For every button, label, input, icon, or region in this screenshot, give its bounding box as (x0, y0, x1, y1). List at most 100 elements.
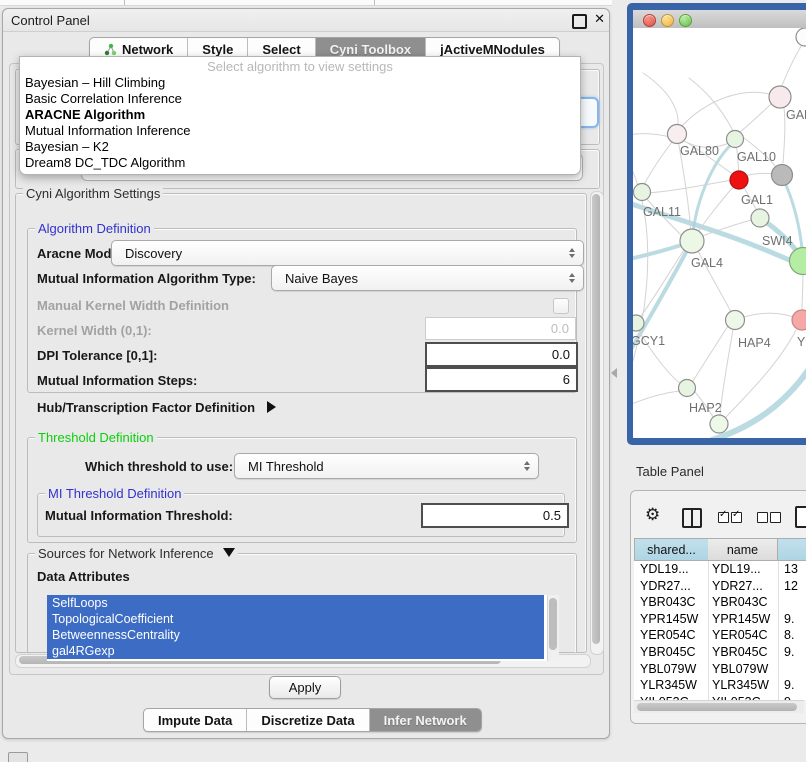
network-node-hap4[interactable] (726, 311, 745, 330)
gear-icon[interactable]: ⚙ (645, 505, 660, 525)
tab-infer-network[interactable]: Infer Network (369, 709, 481, 731)
dpi-tolerance-input[interactable]: 0.0 (425, 342, 578, 367)
split-columns-icon[interactable] (682, 508, 702, 528)
scrollbar-thumb[interactable] (637, 703, 797, 711)
network-node-salmon-node[interactable] (792, 310, 806, 330)
dropdown-placeholder: Select algorithm to view settings (20, 59, 580, 75)
network-node-label: GAL4 (691, 256, 723, 270)
mi-threshold-input[interactable]: 0.5 (421, 503, 569, 528)
column-header-shared[interactable]: shared... (634, 538, 709, 561)
network-node-label: SWI4 (762, 234, 793, 248)
settings-vertical-scrollbar[interactable] (590, 191, 604, 655)
network-node-gal80[interactable] (668, 125, 687, 144)
table-row[interactable]: YDL19... YDL19... 13 (634, 561, 806, 578)
network-node-hap2[interactable] (679, 380, 696, 397)
dropdown-option[interactable]: Bayesian – Hill Climbing (20, 75, 580, 91)
close-traffic-light-icon[interactable] (643, 14, 656, 27)
attribute-list-item[interactable]: TopologicalCoefficient (47, 611, 544, 627)
cell-value: 8. (784, 628, 806, 642)
table-row[interactable]: YPR145W YPR145W 9. (634, 611, 806, 628)
desktop: Control Panel ✕ Network Style Select Cyn… (0, 0, 806, 762)
aracne-mode-combo[interactable]: Discovery (111, 240, 584, 266)
checked-box-icon[interactable] (731, 512, 742, 523)
dropdown-option[interactable]: Dream8 DC_TDC Algorithm (20, 155, 580, 171)
network-node-top-node[interactable] (796, 28, 806, 46)
network-node-bottom-node[interactable] (710, 415, 728, 433)
attribute-list-scrollbar[interactable] (547, 595, 559, 661)
scrollbar-thumb[interactable] (592, 194, 600, 644)
network-node-gcy1[interactable] (633, 315, 644, 331)
dropdown-option[interactable]: ARACNE Algorithm (20, 107, 580, 123)
cell-name: YBR043C (712, 595, 776, 609)
table-row[interactable]: YBR045C YBR045C 9. (634, 644, 806, 661)
cell-name: YDL19... (712, 562, 776, 576)
scrollbar-thumb[interactable] (549, 598, 557, 650)
sources-section-toggle[interactable]: Sources for Network Inference (35, 546, 238, 561)
mi-type-label: Mutual Information Algorithm Type: (37, 271, 256, 286)
hub-section-toggle[interactable]: Hub/Transcription Factor Definition (37, 400, 276, 415)
network-node-label: GAL (786, 108, 806, 122)
close-icon[interactable]: ✕ (594, 11, 605, 27)
corner-widget-button[interactable] (8, 752, 28, 762)
algorithm-dropdown-list: Select algorithm to view settings Bayesi… (19, 56, 581, 175)
attribute-list-item[interactable]: BetweennessCentrality (47, 627, 544, 643)
algorithm-definition-title: Algorithm Definition (35, 221, 154, 236)
network-node-label: GCY1 (633, 334, 665, 348)
dropdown-option[interactable]: Bayesian – K2 (20, 139, 580, 155)
kernel-width-input[interactable]: 0.0 (425, 317, 576, 340)
column-header-cut[interactable] (778, 538, 806, 561)
tab-discretize-data[interactable]: Discretize Data (246, 709, 368, 731)
network-edge (745, 173, 774, 176)
dropdown-option[interactable]: Basic Correlation Inference (20, 91, 580, 107)
network-node-swi4[interactable] (751, 209, 769, 227)
apply-button[interactable]: Apply (269, 676, 341, 699)
attribute-list-item[interactable]: SelfLoops (47, 595, 544, 611)
network-canvas[interactable]: GALGAL80GAL10GAL1SWI4GAL11GAL4GCY1HAP4YH… (633, 28, 806, 438)
network-node-gal1[interactable] (730, 171, 748, 189)
mi-steps-input[interactable]: 6 (425, 367, 578, 392)
cell-shared-name: YLR345W (640, 678, 706, 692)
dropdown-option-label: Bayesian – Hill Climbing (25, 75, 165, 90)
network-node-gal11[interactable] (634, 184, 651, 201)
tab-impute-data[interactable]: Impute Data (144, 709, 246, 731)
mi-type-combo[interactable]: Naive Bayes (271, 265, 584, 291)
document-icon[interactable] (795, 506, 806, 528)
network-node-gal-cut[interactable] (769, 86, 791, 108)
table-row[interactable]: YDR27... YDR27... 12 (634, 578, 806, 595)
cell-value: 9. (784, 612, 806, 626)
network-node-gal10[interactable] (727, 131, 744, 148)
which-threshold-combo[interactable]: MI Threshold (234, 453, 539, 479)
unchecked-box-icon[interactable] (757, 512, 768, 523)
network-node-gal4[interactable] (680, 229, 704, 253)
zoom-traffic-light-icon[interactable] (679, 14, 692, 27)
table-row[interactable]: YLR345W YLR345W 9. (634, 677, 806, 694)
dropdown-option-label: Bayesian – K2 (25, 139, 109, 154)
apply-button-label: Apply (289, 680, 322, 695)
expand-right-icon (267, 401, 276, 413)
column-header-name[interactable]: name (708, 538, 778, 561)
checked-box-icon[interactable] (718, 512, 729, 523)
table-row[interactable]: YBL079W YBL079W (634, 661, 806, 678)
cyni-algorithm-settings-title: Cyni Algorithm Settings (23, 186, 163, 201)
network-window-titlebar (633, 10, 806, 29)
network-edge (633, 134, 670, 137)
manual-kernel-checkbox[interactable] (553, 298, 569, 314)
network-icon (104, 43, 117, 56)
unchecked-box-icon[interactable] (770, 512, 781, 523)
minimize-traffic-light-icon[interactable] (661, 14, 674, 27)
network-edge (689, 78, 733, 131)
table-row[interactable]: YER054C YER054C 8. (634, 627, 806, 644)
table-row[interactable]: YBR043C YBR043C (634, 594, 806, 611)
network-node-gray-node[interactable] (772, 165, 793, 186)
tab-label: Discretize Data (261, 713, 354, 728)
dropdown-option[interactable]: Mutual Information Inference (20, 123, 580, 139)
attribute-name: gal4RGexp (52, 644, 115, 658)
network-node-label: GAL1 (741, 193, 773, 207)
cell-value: 13 (784, 562, 806, 576)
table-horizontal-scrollbar[interactable] (634, 700, 804, 713)
network-node-green-node[interactable] (790, 248, 806, 275)
collapse-down-icon (223, 548, 235, 557)
float-window-button[interactable] (572, 14, 587, 29)
splitpane-collapse-grip[interactable] (611, 368, 617, 378)
attribute-list-item[interactable]: gal4RGexp (47, 643, 544, 659)
